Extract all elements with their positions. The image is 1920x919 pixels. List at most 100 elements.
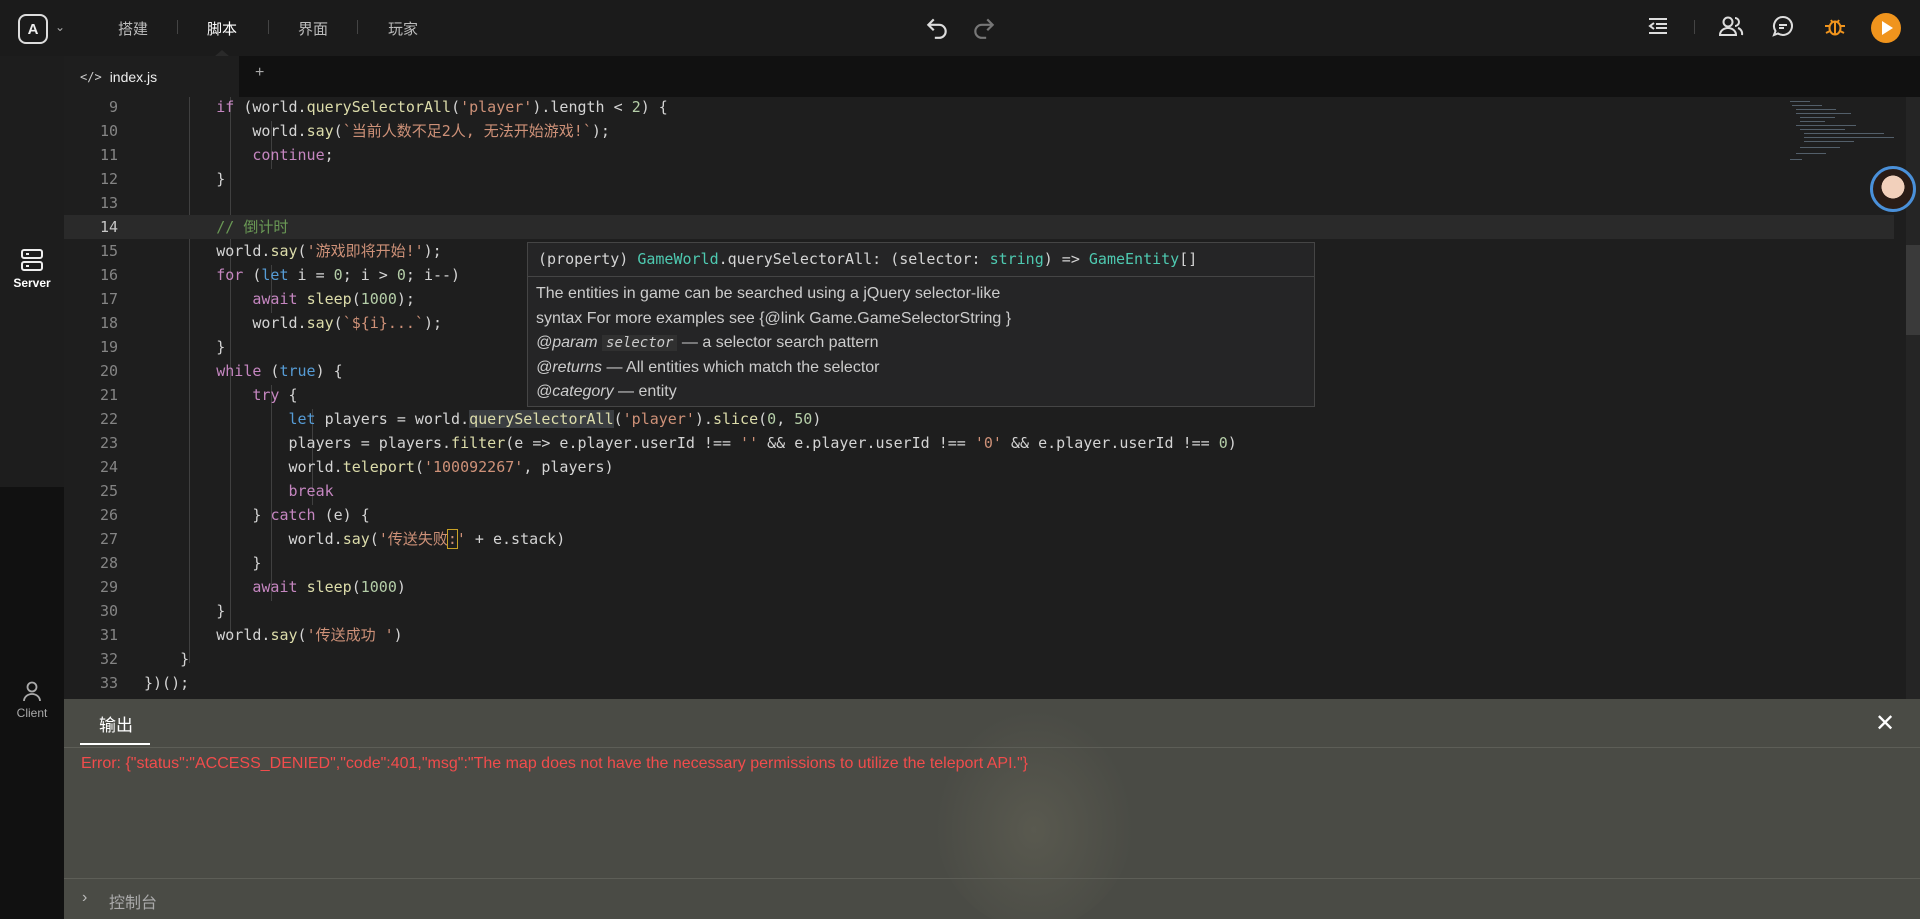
category-desc: — entity [613, 383, 677, 400]
line-number: 26 [99, 506, 118, 524]
add-tab-button[interactable]: + [255, 64, 264, 82]
line-number: 27 [99, 530, 118, 548]
sig-type: GameWorld [637, 250, 719, 268]
bug-icon[interactable] [1820, 14, 1850, 45]
tooltip-body: The entities in game can be searched usi… [536, 282, 1011, 405]
sig-member: .querySelectorAll: (selector: [718, 250, 990, 268]
category-tag: @category [536, 383, 614, 400]
console-label: 控制台 [109, 895, 158, 912]
line-number: 21 [99, 386, 118, 404]
param-desc: — a selector search pattern [677, 334, 879, 351]
tab-players[interactable]: 玩家 [388, 18, 418, 39]
tooltip-param: @param selector — a selector search patt… [536, 331, 1011, 356]
code-line: 26 } catch (e) { [64, 503, 1894, 527]
play-button[interactable] [1871, 13, 1901, 43]
param-name: selector [602, 335, 678, 351]
output-header: 输出 ✕ [64, 699, 1920, 748]
output-tab[interactable]: 输出 [99, 711, 133, 736]
line-number: 18 [99, 314, 118, 332]
tooltip-signature: (property) GameWorld.querySelectorAll: (… [528, 243, 1314, 277]
tooltip-returns: @returns — All entities which match the … [536, 356, 1011, 381]
code-line: 30 } [64, 599, 1894, 623]
code-line: 11 continue; [64, 143, 1894, 167]
line-number: 10 [99, 122, 118, 140]
close-icon[interactable]: ✕ [1875, 709, 1895, 738]
tooltip-desc: The entities in game can be searched usi… [536, 285, 1001, 302]
code-line: 12 } [64, 167, 1894, 191]
output-panel: 输出 ✕ Error: {"status":"ACCESS_DENIED","c… [64, 699, 1920, 919]
line-number: 22 [99, 410, 118, 428]
code-line: 23 players = players.filter(e => e.playe… [64, 431, 1894, 455]
server-button[interactable]: Server [0, 248, 64, 290]
code-minimap[interactable] [1782, 97, 1906, 177]
code-line: 27 world.say('传送失败:' + e.stack) [64, 527, 1894, 551]
line-number: 13 [99, 194, 118, 212]
line-number: 15 [99, 242, 118, 260]
line-number: 31 [99, 626, 118, 644]
code-icon: </> [80, 69, 102, 84]
server-icon [21, 249, 43, 271]
line-number: 25 [99, 482, 118, 500]
tooltip-category: @category — entity [536, 380, 1011, 405]
tab-divider [177, 20, 178, 34]
code-line: 29 await sleep(1000) [64, 575, 1894, 599]
line-number: 17 [99, 290, 118, 308]
chat-icon[interactable] [1768, 14, 1798, 45]
tab-ui[interactable]: 界面 [298, 18, 328, 39]
top-bar: A ⌄ 搭建 脚本 界面 玩家 [0, 0, 1920, 56]
line-number: 9 [108, 98, 118, 116]
undo-icon[interactable] [922, 14, 952, 47]
line-number: 28 [99, 554, 118, 572]
file-tab-label: index.js [109, 68, 158, 85]
line-number: 23 [99, 434, 118, 452]
redo-icon[interactable] [969, 14, 999, 47]
play-icon [1882, 21, 1893, 35]
code-line: 31 world.say('传送成功 ') [64, 623, 1894, 647]
outdent-icon[interactable] [1643, 14, 1673, 45]
code-line: 10 world.say(`当前人数不足2人, 无法开始游戏!`); [64, 119, 1894, 143]
sig-end: [] [1179, 250, 1198, 268]
code-line: 28 } [64, 551, 1894, 575]
avatar[interactable] [1870, 166, 1916, 212]
line-number: 12 [99, 170, 118, 188]
output-error-message: Error: {"status":"ACCESS_DENIED","code":… [81, 755, 1029, 772]
code-line: 13 [64, 191, 1894, 215]
editor-tab-strip [64, 56, 1920, 97]
output-tab-underline [80, 743, 150, 745]
client-label: Client [16, 706, 48, 720]
code-line: 32 } [64, 647, 1894, 671]
hover-tooltip: (property) GameWorld.querySelectorAll: (… [527, 242, 1315, 407]
server-label: Server [13, 276, 51, 290]
sig-arrow: ) => [1043, 250, 1089, 268]
line-number: 33 [99, 674, 118, 692]
console-bar[interactable]: › 控制台 [64, 878, 1920, 919]
file-tab-index-js[interactable]: </> index.js [64, 56, 239, 97]
param-tag: @param [536, 334, 598, 351]
line-number: 30 [99, 602, 118, 620]
code-line: 25 break [64, 479, 1894, 503]
line-number: 11 [99, 146, 118, 164]
sig-return: GameEntity [1088, 250, 1180, 268]
sig-prefix: (property) [538, 250, 638, 268]
code-line: 9 if (world.querySelectorAll('player').l… [64, 97, 1894, 119]
client-button[interactable]: Client [0, 680, 64, 720]
chevron-right-icon[interactable]: › [82, 889, 87, 907]
chevron-down-icon[interactable]: ⌄ [55, 20, 65, 34]
code-line-current: 14 // 倒计时 [64, 215, 1894, 239]
users-icon[interactable] [1716, 14, 1746, 45]
user-icon [23, 681, 41, 702]
tooltip-desc: syntax For more examples see {@link Game… [536, 309, 1012, 327]
line-number: 20 [99, 362, 118, 380]
tab-divider [357, 20, 358, 34]
tab-divider [268, 20, 269, 34]
app-logo[interactable]: A [18, 14, 48, 44]
editor-scrollbar-thumb[interactable] [1906, 245, 1920, 335]
line-number: 14 [99, 218, 118, 236]
tab-build[interactable]: 搭建 [118, 18, 148, 39]
returns-desc: — All entities which match the selector [602, 358, 880, 376]
code-line: 33})(); [64, 671, 1894, 695]
sig-string: string [989, 250, 1044, 268]
line-number: 16 [99, 266, 118, 284]
tab-script[interactable]: 脚本 [207, 18, 237, 39]
returns-tag: @returns [536, 358, 603, 376]
